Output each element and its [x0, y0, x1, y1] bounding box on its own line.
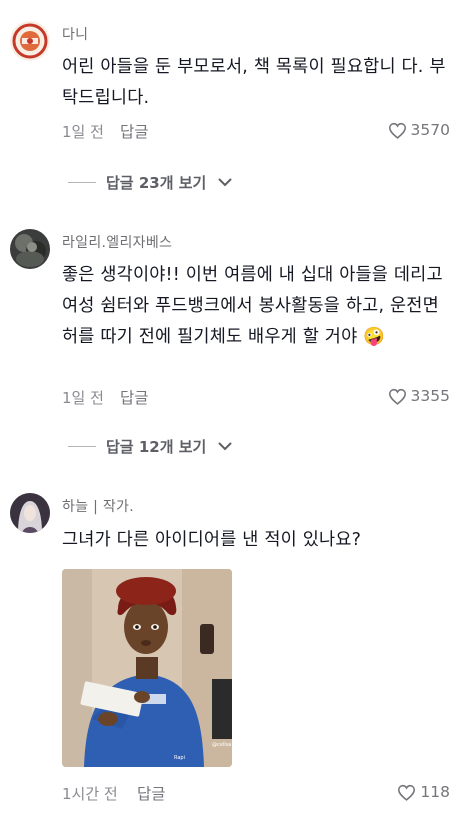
like-count: 118 — [420, 783, 450, 801]
like-button[interactable]: 3355 — [388, 387, 450, 405]
comment-username[interactable]: 라일리.엘리자베스 — [62, 232, 172, 252]
view-replies-button[interactable]: 답글 12개 보기 — [68, 436, 232, 457]
heart-icon — [398, 784, 416, 801]
comment-timestamp: 1일 전 — [62, 123, 104, 141]
svg-text:Rapi: Rapi — [174, 755, 185, 761]
reply-button[interactable]: 답글 — [137, 782, 166, 804]
comment-text: 그녀가 다른 아이디어를 낸 적이 있나요? — [62, 530, 362, 550]
like-button[interactable]: 118 — [397, 783, 450, 801]
comment-username[interactable]: 다니 — [62, 24, 88, 44]
like-button[interactable]: 3570 — [388, 121, 450, 139]
reply-button[interactable]: 답글 — [120, 120, 149, 142]
view-replies-button[interactable]: 답글 23개 보기 — [68, 172, 232, 193]
like-count: 3570 — [410, 121, 450, 139]
avatar[interactable] — [10, 493, 50, 533]
svg-text:@cellsa: @cellsa — [212, 742, 231, 748]
comment-text: 어린 아들을 둔 부모로서, 책 목록이 필요합니 다. 부탁드립니다. — [62, 57, 446, 108]
heart-icon — [388, 122, 406, 139]
heart-icon — [388, 388, 406, 405]
comment-text: 좋은 생각이야!! 이번 여름에 내 십대 아들을 데리고 여성 쉼터와 푸드뱅… — [62, 265, 443, 347]
avatar[interactable] — [10, 229, 50, 269]
comment-username[interactable]: 하늘 | 작가. — [62, 496, 134, 516]
comment-image[interactable]: @cellsa Rapi — [62, 569, 232, 767]
chevron-down-icon — [218, 442, 232, 451]
comment-timestamp: 1일 전 — [62, 389, 104, 407]
view-replies-label: 답글 23개 보기 — [106, 174, 207, 192]
like-count: 3355 — [410, 387, 450, 405]
view-replies-label: 답글 12개 보기 — [106, 438, 207, 456]
reply-button[interactable]: 답글 — [120, 386, 149, 408]
divider-line — [68, 446, 96, 447]
divider-line — [68, 182, 96, 183]
chevron-down-icon — [218, 178, 232, 187]
comment-timestamp: 1시간 전 — [62, 785, 118, 803]
avatar[interactable] — [10, 21, 50, 61]
